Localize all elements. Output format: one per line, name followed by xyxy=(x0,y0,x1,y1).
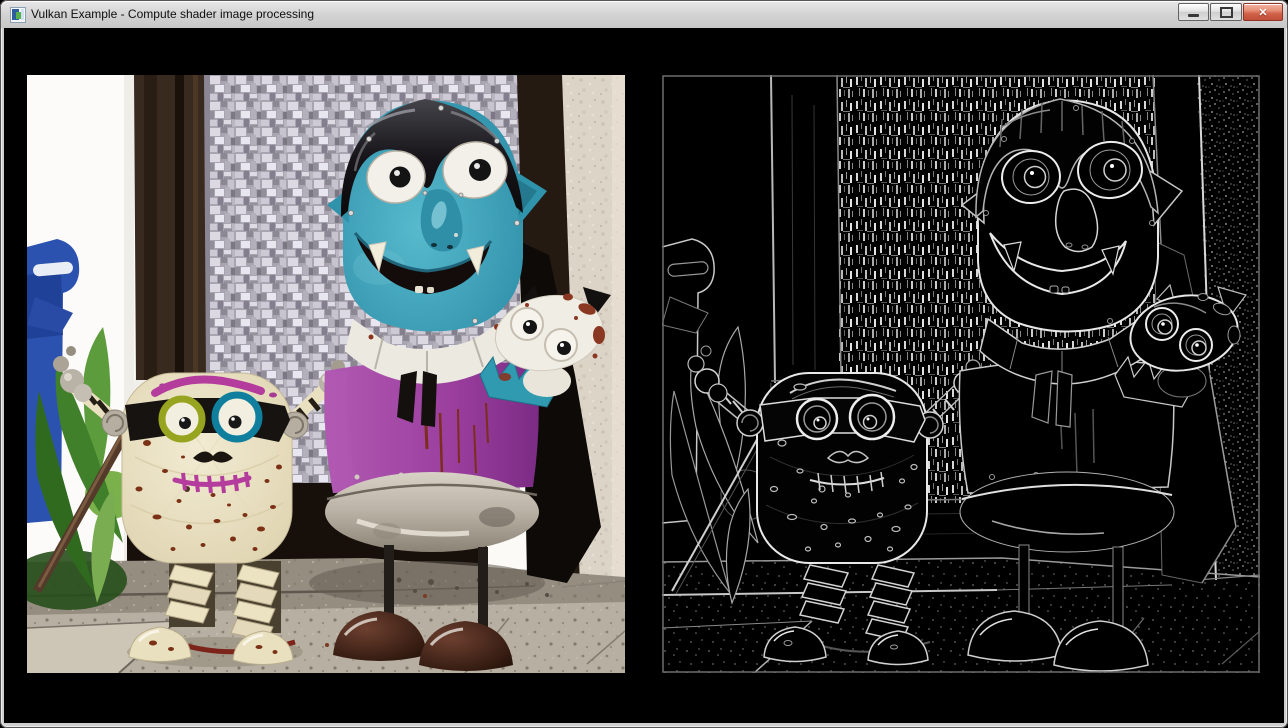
window-title: Vulkan Example - Compute shader image pr… xyxy=(31,1,314,28)
input-image xyxy=(27,75,625,673)
titlebar[interactable]: Vulkan Example - Compute shader image pr… xyxy=(1,1,1287,28)
input-image-panel xyxy=(27,75,625,673)
output-image xyxy=(662,75,1260,673)
maximize-icon xyxy=(1220,7,1233,18)
client-area xyxy=(4,28,1284,723)
minimize-icon xyxy=(1188,14,1199,17)
output-image-panel xyxy=(662,75,1261,673)
application-icon[interactable] xyxy=(10,7,26,23)
close-icon: ✕ xyxy=(1258,6,1267,19)
window: Vulkan Example - Compute shader image pr… xyxy=(0,0,1288,728)
maximize-button[interactable] xyxy=(1210,3,1242,21)
minimize-button[interactable] xyxy=(1178,3,1209,21)
close-button[interactable]: ✕ xyxy=(1243,3,1283,21)
window-controls: ✕ xyxy=(1177,3,1283,21)
